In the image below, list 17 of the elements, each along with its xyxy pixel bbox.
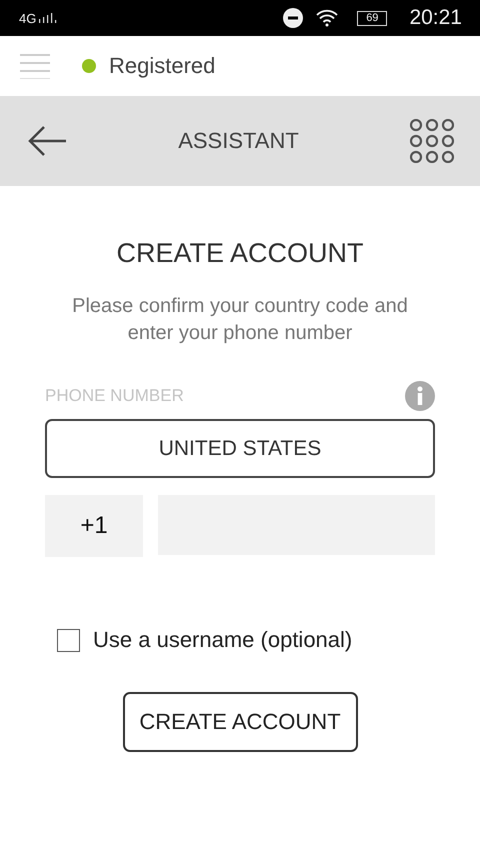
header-title: ASSISTANT <box>178 128 299 154</box>
country-selector[interactable]: UNITED STATES <box>45 419 435 478</box>
field-label: PHONE NUMBER <box>45 386 184 406</box>
instructions-text: Please confirm your country code and enter your phone number <box>71 294 409 346</box>
create-account-button[interactable]: CREATE ACCOUNT <box>122 692 358 752</box>
page-title: CREATE ACCOUNT <box>116 238 364 269</box>
checkbox[interactable] <box>57 628 80 652</box>
clock: 20:21 <box>409 6 462 30</box>
registration-status: Registered <box>109 53 216 79</box>
checkbox-label: Use a username (optional) <box>93 627 352 653</box>
country-code: +1 <box>45 495 143 557</box>
network-type: 4G <box>19 10 36 26</box>
battery-level: 69 <box>357 10 388 26</box>
back-arrow-icon[interactable] <box>27 125 67 157</box>
do-not-disturb-icon <box>283 8 304 28</box>
wifi-icon <box>315 8 340 28</box>
dialpad-icon[interactable] <box>410 119 454 163</box>
